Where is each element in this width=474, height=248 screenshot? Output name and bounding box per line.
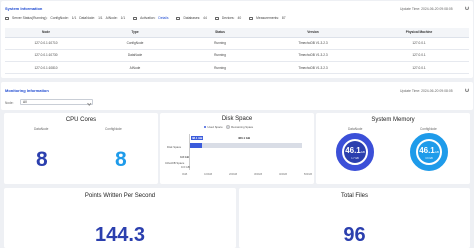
disk-used-bar xyxy=(190,143,202,148)
system-info-card: System Information Update Time: 2024-06-… xyxy=(1,1,473,78)
col-node: Node xyxy=(5,28,87,38)
update-time-value: 2024-06-20 09:08:05 xyxy=(421,7,453,11)
memory-datanode-label: DataNode xyxy=(348,127,363,131)
device-icon xyxy=(214,16,219,20)
nodes-table: Node Type Status Version Physical Machin… xyxy=(5,28,469,75)
cpu-cores-title: CPU Cores xyxy=(65,117,97,123)
disk-space-title: Disk Space xyxy=(221,116,253,122)
cpu-confignode-label: ConfigNode xyxy=(105,127,122,131)
disk-row-label: Disk Space xyxy=(167,145,182,149)
chevron-down-icon xyxy=(87,100,92,105)
cpu-cores-panel: CPU Cores DataNode ConfigNode 8 8 xyxy=(4,113,158,184)
system-stats-row: Server Status(Running): ConfigNode: 1/1 … xyxy=(5,16,286,20)
node-select[interactable]: All xyxy=(20,99,93,105)
disk-space-panel: Disk Space Used Space Remaining Space Di… xyxy=(160,113,314,184)
table-row: 127.0.0.1:10810 AINode Running TimechoDB… xyxy=(5,61,469,75)
col-physical-machine: Physical Machine xyxy=(369,28,469,38)
col-version: Version xyxy=(257,28,369,38)
activation-icon xyxy=(133,16,138,20)
refresh-icon[interactable] xyxy=(465,88,469,92)
memory-confignode-label: ConfigNode xyxy=(420,127,437,131)
points-written-title: Points Written Per Second xyxy=(84,193,156,199)
cpu-datanode-label: DataNode xyxy=(34,127,49,131)
ainode-count: 1/1 xyxy=(120,16,126,20)
server-icon xyxy=(5,16,9,20)
refresh-icon[interactable] xyxy=(465,6,469,10)
points-written-value: 144.3 xyxy=(94,224,146,246)
table-row: 127.0.0.1:10730 DataNode Running Timecho… xyxy=(5,49,469,63)
system-memory-panel: System Memory DataNode ConfigNode 46.1GB… xyxy=(316,113,470,184)
total-files-title: Total Files xyxy=(340,193,368,199)
database-icon xyxy=(176,16,181,20)
total-files-panel: Total Files 96 xyxy=(239,188,470,248)
used-space-label: 38.1 GB xyxy=(191,136,204,140)
disk-remaining-bar xyxy=(202,143,302,148)
iot-sub-label: 0.0 GB xyxy=(181,165,190,169)
measurements-count: 87 xyxy=(281,16,286,20)
update-time-label: Update Time: xyxy=(400,7,421,11)
table-row: 127.0.0.1:10710 ConfigNode Running Timec… xyxy=(5,37,469,50)
cpu-confignode-value: 8 xyxy=(115,148,127,171)
activation-details-link[interactable]: Details xyxy=(158,16,168,20)
confignode-count: 1/1 xyxy=(71,16,77,20)
databases-count: 44 xyxy=(203,16,207,20)
col-status: Status xyxy=(183,28,257,38)
cpu-datanode-value: 8 xyxy=(36,148,48,171)
system-update-time: Update Time: 2024-06-20 09:08:05 xyxy=(400,7,453,11)
devices-count: 40 xyxy=(237,16,242,20)
system-memory-title: System Memory xyxy=(371,117,415,123)
col-type: Type xyxy=(87,28,183,38)
monitoring-update-time: Update Time: 2024-06-20 09:08:05 xyxy=(400,89,453,93)
remaining-space-label: 460.1 GB xyxy=(238,136,250,140)
points-written-panel: Points Written Per Second 144.3 xyxy=(4,188,236,248)
disk-legend: Used Space Remaining Space xyxy=(204,125,253,130)
memory-datanode-text: 46.1GB 1.7 GB xyxy=(345,146,365,160)
iot-used-label: 0.8 GB xyxy=(180,155,189,159)
memory-confignode-text: 46.1GB 3.9 GB xyxy=(419,146,439,160)
disk-ticks: 0GB 100GB 200GB 300GB 400GB 500GB xyxy=(182,173,312,176)
server-status-label: Server Status(Running): xyxy=(12,16,48,20)
datanode-count: 1/1 xyxy=(98,16,103,20)
measurement-icon xyxy=(249,16,254,20)
system-info-title: System Information xyxy=(5,6,43,11)
legend-remaining-swatch xyxy=(225,125,231,130)
table-header-row: Node Type Status Version Physical Machin… xyxy=(5,28,469,38)
monitoring-card: Monitoring Information Update Time: 2024… xyxy=(1,82,473,110)
node-filter-label: Node: xyxy=(5,101,14,105)
monitoring-title: Monitoring Information xyxy=(5,88,49,93)
total-files-value: 96 xyxy=(343,224,366,246)
